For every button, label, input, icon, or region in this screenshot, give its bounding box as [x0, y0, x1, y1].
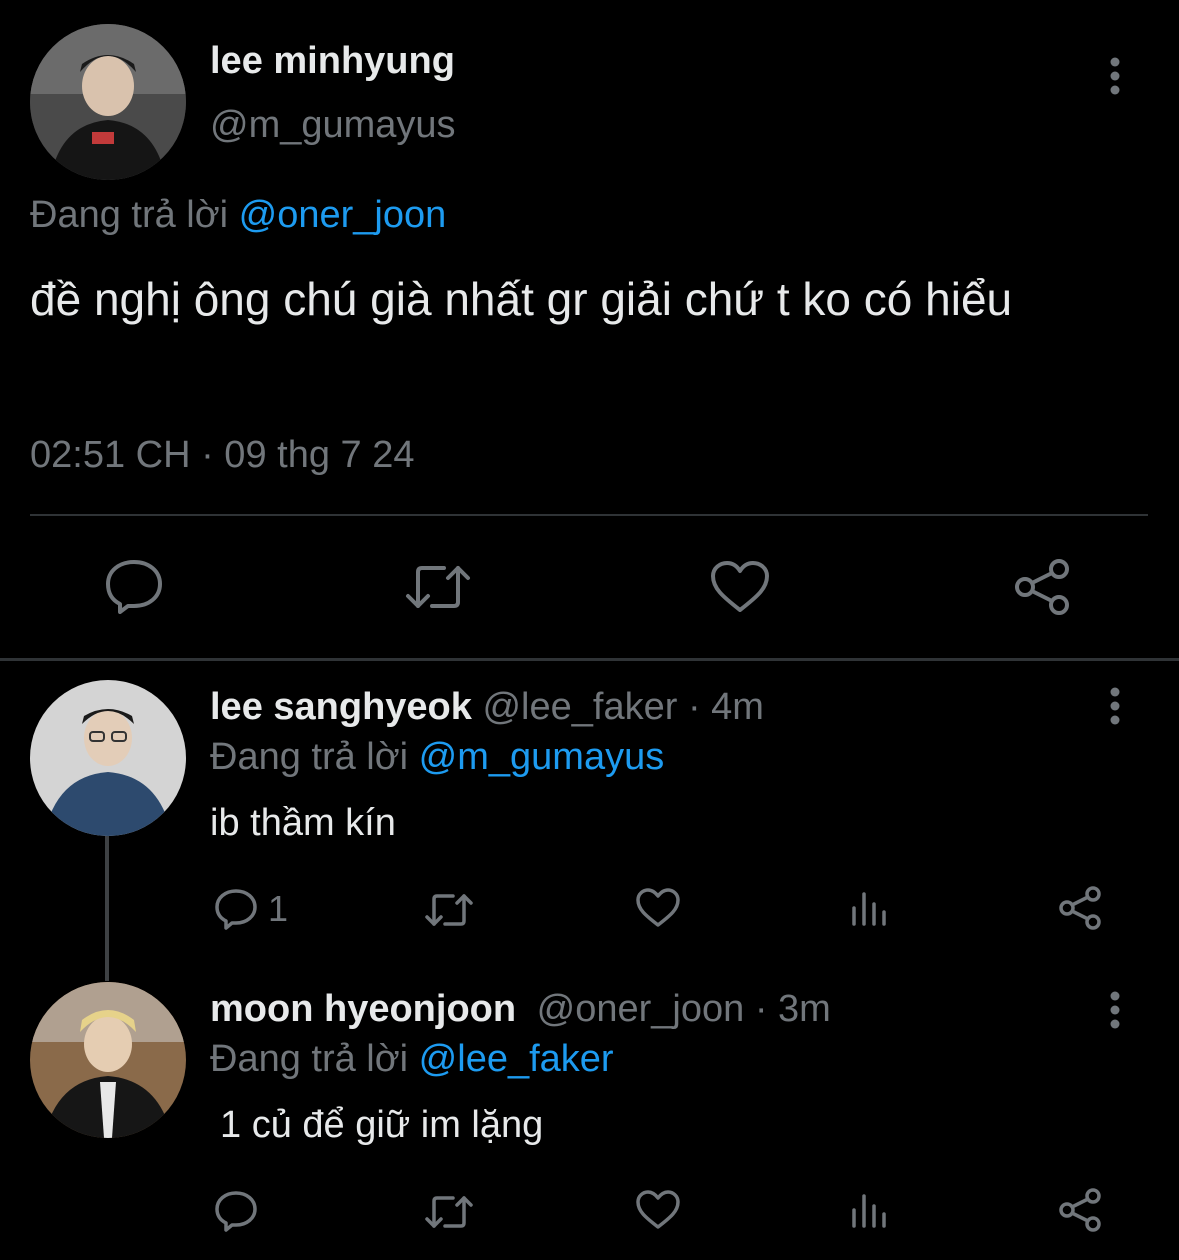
more-options-icon[interactable] [1098, 686, 1132, 726]
replying-to: Đang trả lời @lee_faker [210, 1038, 614, 1081]
reply-time: · 4m [687, 686, 764, 728]
reply-text: ib thầm kín [210, 802, 396, 844]
retweet-icon[interactable] [424, 890, 474, 930]
share-icon[interactable] [1058, 886, 1104, 930]
reply-icon[interactable] [214, 1190, 258, 1232]
user-handle[interactable]: @m_gumayus [210, 104, 456, 147]
reply-time: · 3m [754, 988, 831, 1030]
reply-icon[interactable] [214, 888, 258, 930]
share-icon[interactable] [1014, 558, 1074, 616]
thread-line [105, 836, 109, 981]
avatar[interactable] [30, 24, 186, 180]
user-handle[interactable]: @lee_faker [482, 686, 677, 728]
retweet-icon[interactable] [424, 1192, 474, 1232]
reply-header: lee sanghyeok @lee_faker · 4m [210, 686, 764, 729]
reply-icon[interactable] [104, 558, 164, 614]
display-name[interactable]: moon hyeonjoon [210, 988, 516, 1030]
like-icon[interactable] [636, 1190, 680, 1230]
reply-text: 1 củ để giữ im lặng [220, 1104, 544, 1146]
display-name[interactable]: lee sanghyeok [210, 686, 472, 728]
tweet-timestamp[interactable]: 02:51 CH · 09 thg 7 24 [30, 434, 414, 477]
replying-to: Đang trả lời @oner_joon [30, 194, 446, 237]
more-options-icon[interactable] [1098, 56, 1132, 96]
retweet-icon[interactable] [404, 560, 472, 614]
tweet-text: đề nghị ông chú già nhất gr giải chứ t k… [30, 273, 1013, 325]
share-icon[interactable] [1058, 1188, 1104, 1232]
divider [30, 514, 1148, 516]
avatar[interactable] [30, 982, 186, 1138]
replying-to-link[interactable]: @m_gumayus [419, 736, 665, 778]
user-handle[interactable]: @oner_joon [537, 988, 745, 1030]
replying-to-link[interactable]: @oner_joon [239, 194, 447, 236]
replying-label: Đang trả lời [210, 1038, 409, 1080]
replying-to-link[interactable]: @lee_faker [419, 1038, 614, 1080]
views-icon[interactable] [850, 890, 890, 928]
replying-to: Đang trả lời @m_gumayus [210, 736, 664, 779]
views-icon[interactable] [850, 1192, 890, 1230]
divider [0, 658, 1179, 661]
reply-count: 1 [268, 888, 289, 929]
replying-label: Đang trả lời [210, 736, 409, 778]
display-name[interactable]: lee minhyung [210, 40, 455, 83]
replying-label: Đang trả lời [30, 194, 229, 236]
more-options-icon[interactable] [1098, 990, 1132, 1030]
avatar[interactable] [30, 680, 186, 836]
reply-header: moon hyeonjoon @oner_joon · 3m [210, 988, 831, 1031]
like-icon[interactable] [636, 888, 680, 928]
like-icon[interactable] [710, 560, 770, 614]
